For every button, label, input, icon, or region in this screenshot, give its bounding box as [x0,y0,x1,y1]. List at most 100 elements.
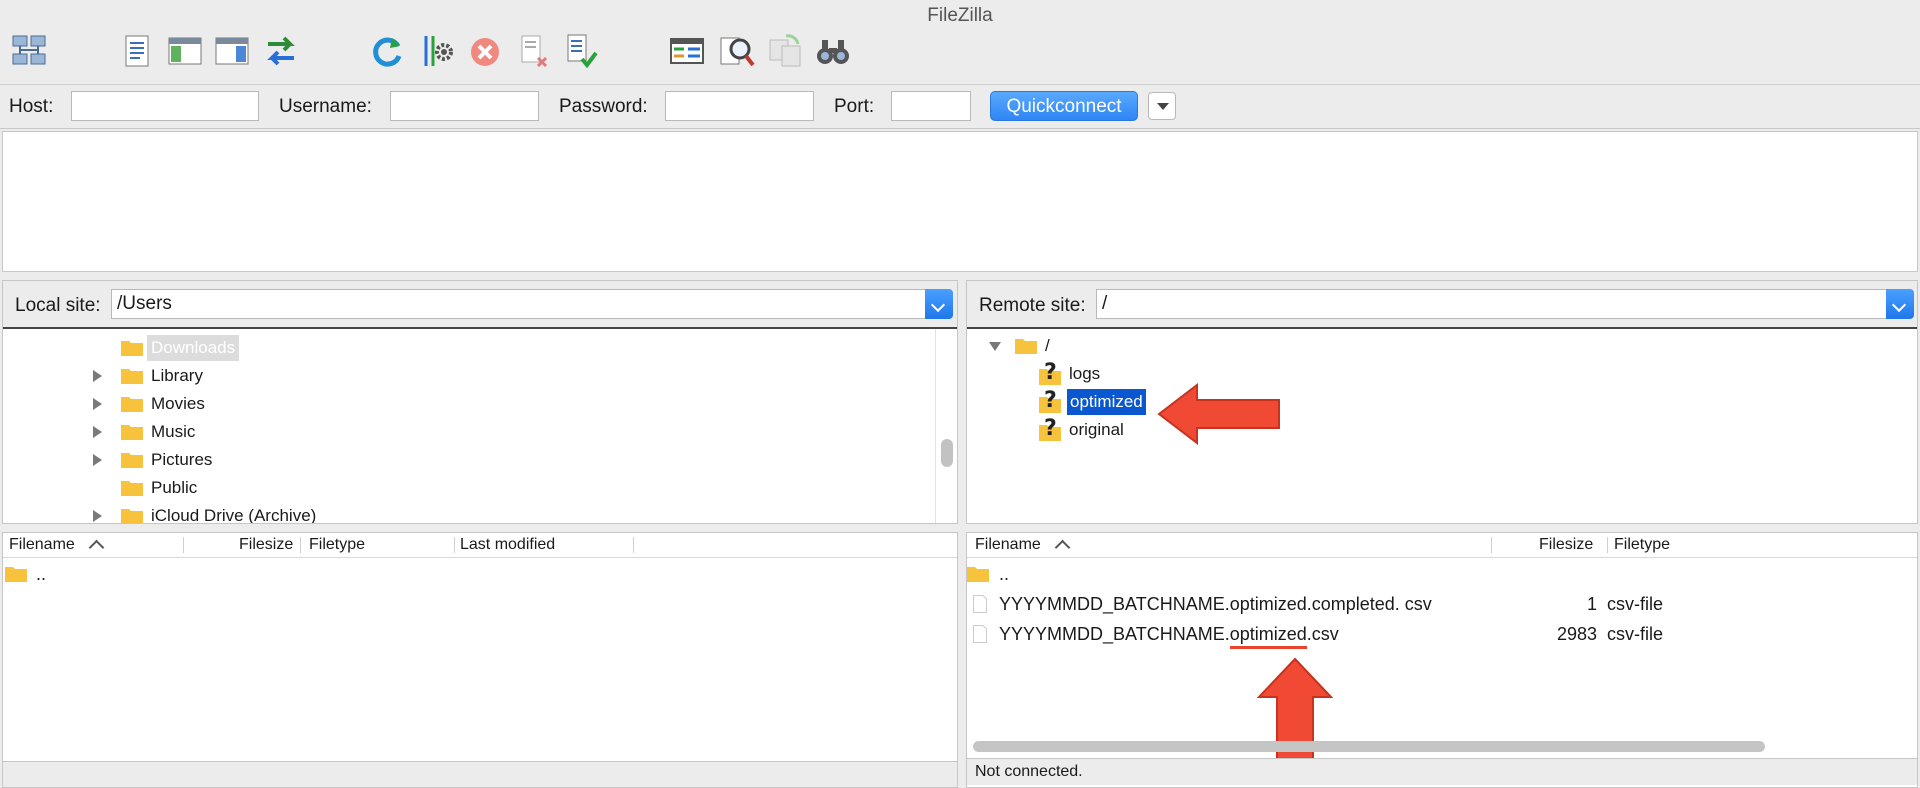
local-tree-label: Movies [151,394,205,413]
process-queue-icon[interactable] [418,32,456,70]
column-filesize[interactable]: Filesize [1539,533,1593,557]
column-filetype[interactable]: Filetype [1614,533,1670,557]
reconnect-icon[interactable] [562,32,600,70]
remote-tree-root-label: / [1045,336,1050,355]
table-row[interactable]: .. [3,561,957,587]
remote-file-list: Filename Filesize Filetype .. YYYYMMDD_B… [966,532,1918,788]
quickconnect-history-dropdown[interactable] [1148,92,1176,120]
transfer-queue-icon[interactable] [262,32,300,70]
local-tree-label: iCloud Drive (Archive) [151,506,317,524]
svg-text:?: ? [1044,361,1057,385]
file-icon [973,595,987,613]
annotation-arrow-left-icon [1157,383,1280,445]
column-filetype[interactable]: Filetype [309,533,365,557]
remote-tree-icon[interactable] [213,32,251,70]
file-icon [973,625,987,643]
remote-path-input[interactable]: / [1096,289,1888,319]
local-status-bar [3,761,957,787]
sort-ascending-icon [1054,539,1071,556]
local-tree-icon[interactable] [166,32,204,70]
file-size: 2983 [1556,624,1597,644]
quickconnect-bar: Host: Username: Password: Port: Quickcon… [0,84,1920,129]
remote-file-hscrollbar[interactable] [973,741,1765,752]
file-name: YYYYMMDD_BATCHNAME.optimized.completed. … [999,594,1432,614]
username-input[interactable] [390,91,539,121]
svg-text:?: ? [1044,417,1057,441]
folder-icon [121,479,143,496]
host-label: Host: [9,96,54,117]
remote-site-label: Remote site: [979,295,1086,316]
expand-arrow-icon[interactable] [93,398,102,410]
site-manager-icon[interactable] [10,32,48,70]
local-site-bar: Local site: /Users [3,281,957,329]
local-file-list: Filename Filesize Filetype Last modified… [2,532,958,788]
remote-path-dropdown-icon[interactable] [1886,289,1914,319]
directory-listing-filter-icon[interactable] [668,32,706,70]
local-tree-scrollbar[interactable] [941,439,953,467]
column-last-modified[interactable]: Last modified [460,533,555,557]
port-input[interactable] [891,91,971,121]
folder-icon [121,339,143,356]
toolbar [0,30,1920,85]
remote-site-bar: Remote site: / [967,281,1917,329]
file-name: .. [36,564,47,584]
table-row[interactable]: YYYYMMDD_BATCHNAME.optimized.csv 2983 cs… [967,621,1917,649]
disconnect-icon[interactable] [514,32,552,70]
expand-arrow-icon[interactable] [93,510,102,522]
folder-icon [121,451,143,468]
column-separator [454,537,455,553]
search-icon[interactable] [814,32,852,70]
local-tree-label: Pictures [151,450,213,469]
port-label: Port: [834,96,875,117]
column-separator [1491,537,1492,553]
sync-browse-icon[interactable] [766,32,804,70]
file-type: csv-file [1607,594,1664,614]
refresh-icon[interactable] [368,32,406,70]
password-input[interactable] [665,91,814,121]
table-row[interactable]: .. [967,561,1917,587]
remote-tree-panel: Remote site: / / ? logs ? optimized ? or… [966,280,1918,524]
column-filesize[interactable]: Filesize [239,533,293,557]
collapse-arrow-icon[interactable] [989,342,1001,351]
folder-icon [1015,337,1037,354]
local-tree-label: Downloads [147,335,240,361]
folder-icon [121,395,143,412]
sort-ascending-icon [88,539,105,556]
expand-arrow-icon[interactable] [93,426,102,438]
file-name-prefix: YYYYMMDD_BATCHNAME. [999,624,1230,644]
remote-tree-label: optimized [1067,389,1146,415]
local-tree-label: Music [151,422,196,441]
file-name: .. [999,564,1010,584]
host-input[interactable] [71,91,259,121]
expand-arrow-icon[interactable] [93,370,102,382]
file-name: YYYYMMDD_BATCHNAME.optimized.csv [999,621,1339,649]
local-tree-label: Public [151,478,198,497]
column-separator [633,537,634,553]
folder-icon [121,423,143,440]
local-tree-panel: Local site: /Users Downloads Library Mov… [2,280,958,524]
column-separator [300,537,301,553]
compare-icon[interactable] [718,32,756,70]
column-separator [183,537,184,553]
table-row[interactable]: YYYYMMDD_BATCHNAME.optimized.completed. … [967,591,1917,617]
local-path-input[interactable]: /Users [111,289,927,319]
quickconnect-button[interactable]: Quickconnect [990,91,1138,121]
unknown-folder-icon: ? [1039,417,1061,441]
username-label: Username: [279,96,372,117]
expand-arrow-icon[interactable] [93,454,102,466]
file-name-highlight: optimized [1229,624,1307,649]
connection-status: Not connected. [975,763,1083,780]
message-log[interactable] [2,131,1918,272]
svg-text:?: ? [1044,389,1057,413]
column-filename[interactable]: Filename [9,533,75,557]
window-title: FileZilla [927,5,993,26]
local-path-dropdown-icon[interactable] [925,289,953,319]
file-type: csv-file [1607,624,1664,644]
message-log-icon[interactable] [118,32,156,70]
local-tree-label: Library [151,366,203,385]
cancel-icon[interactable] [466,32,504,70]
folder-icon [121,507,143,523]
column-filename[interactable]: Filename [975,533,1041,557]
local-site-label: Local site: [15,295,101,316]
column-separator [1607,537,1608,553]
